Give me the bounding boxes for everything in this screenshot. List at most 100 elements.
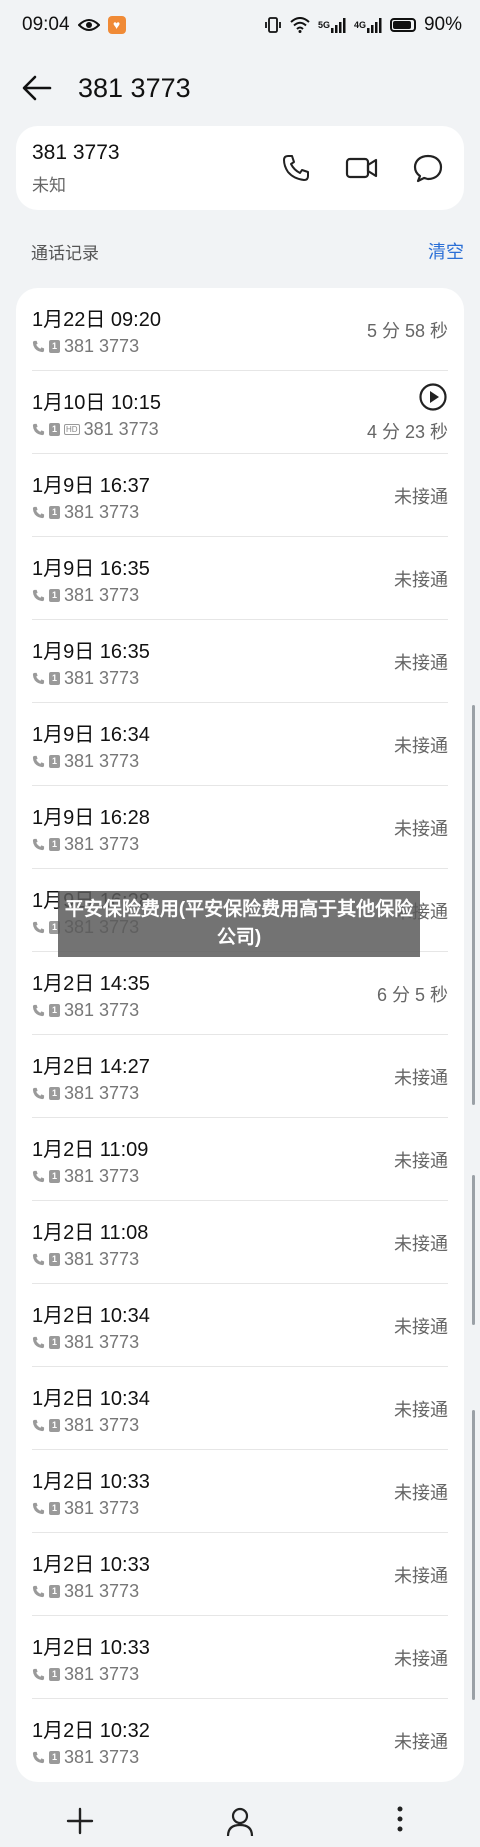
sim-1-icon: 1	[49, 1418, 60, 1432]
call-record-row[interactable]: 1月2日 14:35 1 381 3773 6 分 5 秒	[16, 952, 464, 1035]
call-record-row[interactable]: 1月10日 10:15 1 HD 381 3773 4 分 23 秒	[16, 371, 464, 454]
record-number: 381 3773	[64, 1165, 140, 1186]
record-status-area: 未接通	[394, 1313, 448, 1339]
record-meta: 1 381 3773	[32, 1498, 150, 1519]
record-meta: 1 HD 381 3773	[32, 419, 161, 440]
call-out-icon	[32, 1170, 45, 1182]
more-button[interactable]	[375, 1790, 425, 1840]
record-time: 1月2日 14:35	[32, 972, 150, 995]
play-recording-icon[interactable]	[418, 382, 448, 412]
call-button[interactable]	[276, 148, 316, 188]
call-record-row[interactable]: 1月2日 11:08 1 381 3773 未接通	[16, 1201, 464, 1284]
record-status-area: 未接通	[394, 732, 448, 758]
record-status-area: 未接通	[394, 1064, 448, 1090]
record-number: 381 3773	[64, 584, 140, 605]
record-time: 1月9日 16:35	[32, 557, 150, 580]
call-record-row[interactable]: 1月9日 16:34 1 381 3773 未接通	[16, 703, 464, 786]
record-meta: 1 381 3773	[32, 668, 150, 689]
signal-4g-label: 4G	[353, 19, 366, 30]
record-meta: 1 381 3773	[32, 1332, 150, 1353]
record-info: 1月2日 14:27 1 381 3773	[32, 1050, 150, 1104]
record-status: 未接通	[394, 1648, 448, 1669]
record-number: 381 3773	[64, 1331, 140, 1352]
record-status-area: 未接通	[394, 1562, 448, 1588]
call-record-row[interactable]: 1月2日 10:33 1 381 3773 未接通	[16, 1616, 464, 1699]
add-contact-button[interactable]	[55, 1790, 105, 1840]
wifi-icon	[290, 17, 310, 33]
call-record-row[interactable]: 1月2日 10:33 1 381 3773 未接通	[16, 1533, 464, 1616]
scrollbar-secondary[interactable]	[472, 1175, 475, 1325]
record-meta: 1 381 3773	[32, 1166, 148, 1187]
vibrate-icon	[264, 16, 282, 34]
record-time: 1月2日 10:34	[32, 1304, 150, 1327]
record-time: 1月2日 10:33	[32, 1553, 150, 1576]
call-out-icon	[32, 589, 45, 601]
record-time: 1月10日 10:15	[32, 391, 161, 414]
record-status: 未接通	[394, 1067, 448, 1088]
sim-1-icon: 1	[49, 1169, 60, 1183]
record-status: 未接通	[394, 1150, 448, 1171]
eye-icon	[77, 18, 100, 32]
call-out-icon	[32, 423, 45, 435]
call-record-row[interactable]: 1月9日 16:35 1 381 3773 未接通	[16, 537, 464, 620]
record-info: 1月9日 16:28 1 381 3773	[32, 801, 150, 855]
more-vertical-icon	[397, 1806, 403, 1832]
video-call-button[interactable]	[342, 148, 382, 188]
record-status: 未接通	[394, 1233, 448, 1254]
battery-percent: 90%	[423, 14, 462, 35]
signal-5g-icon: 5G	[318, 17, 346, 33]
clear-button[interactable]: 清空	[428, 238, 464, 264]
record-number: 381 3773	[64, 1248, 140, 1269]
call-log-header: 通话记录 清空	[0, 214, 480, 288]
record-number: 381 3773	[64, 501, 140, 522]
record-info: 1月2日 14:35 1 381 3773	[32, 967, 150, 1021]
call-record-row[interactable]: 1月22日 09:20 1 381 3773 5 分 58 秒	[16, 288, 464, 371]
call-record-row[interactable]: 1月2日 10:32 1 381 3773 未接通	[16, 1699, 464, 1782]
call-out-icon	[32, 506, 45, 518]
call-record-row[interactable]: 1月2日 10:33 1 381 3773 未接通	[16, 1450, 464, 1533]
call-record-row[interactable]: 1月9日 16:37 1 381 3773 未接通	[16, 454, 464, 537]
record-time: 1月2日 11:09	[32, 1138, 149, 1161]
call-out-icon	[32, 672, 45, 684]
record-time: 1月2日 10:33	[32, 1636, 150, 1659]
call-out-icon	[32, 340, 45, 352]
record-status-area: 未接通	[394, 815, 448, 841]
scrollbar-tertiary[interactable]	[472, 1410, 475, 1700]
status-time: 09:04	[22, 14, 70, 35]
record-status-area: 未接通	[394, 1396, 448, 1422]
record-meta: 1 381 3773	[32, 1083, 150, 1104]
notification-heart-icon: ♥	[107, 16, 126, 34]
sim-1-icon: 1	[49, 1501, 60, 1515]
record-time: 1月9日 16:37	[32, 474, 150, 497]
record-status-area: 6 分 5 秒	[377, 981, 448, 1007]
call-record-row[interactable]: 1月2日 11:09 1 381 3773 未接通	[16, 1118, 464, 1201]
record-time: 1月9日 16:28	[32, 806, 150, 829]
record-time: 1月9日 16:35	[32, 640, 150, 663]
signal-5g-label: 5G	[317, 19, 330, 30]
record-number: 381 3773	[64, 1497, 140, 1518]
sim-1-icon: 1	[49, 422, 60, 436]
call-record-row[interactable]: 1月2日 10:34 1 381 3773 未接通	[16, 1367, 464, 1450]
record-info: 1月2日 10:33 1 381 3773	[32, 1548, 150, 1602]
app-header: 381 3773	[0, 50, 480, 126]
call-out-icon	[32, 1336, 45, 1348]
call-record-row[interactable]: 1月9日 16:35 1 381 3773 未接通	[16, 620, 464, 703]
scrollbar[interactable]	[472, 705, 475, 1105]
record-time: 1月2日 11:08	[32, 1221, 149, 1244]
back-button[interactable]	[22, 63, 72, 113]
call-record-row[interactable]: 1月2日 10:34 1 381 3773 未接通	[16, 1284, 464, 1367]
call-record-row[interactable]: 1月2日 14:27 1 381 3773 未接通	[16, 1035, 464, 1118]
call-out-icon	[32, 1004, 45, 1016]
hd-icon: HD	[64, 423, 80, 435]
message-button[interactable]	[408, 148, 448, 188]
record-status: 未接通	[394, 569, 448, 590]
view-contact-button[interactable]	[215, 1790, 265, 1840]
signal-4g-icon: 4G	[354, 17, 382, 33]
record-status: 5 分 58 秒	[366, 320, 448, 341]
record-info: 1月2日 11:09 1 381 3773	[32, 1133, 148, 1187]
record-meta: 1 381 3773	[32, 336, 161, 357]
record-status-area: 未接通	[394, 566, 448, 592]
call-record-row[interactable]: 1月9日 16:28 1 381 3773 未接通	[16, 786, 464, 869]
call-out-icon	[32, 838, 45, 850]
record-status-area: 未接通	[394, 1645, 448, 1671]
